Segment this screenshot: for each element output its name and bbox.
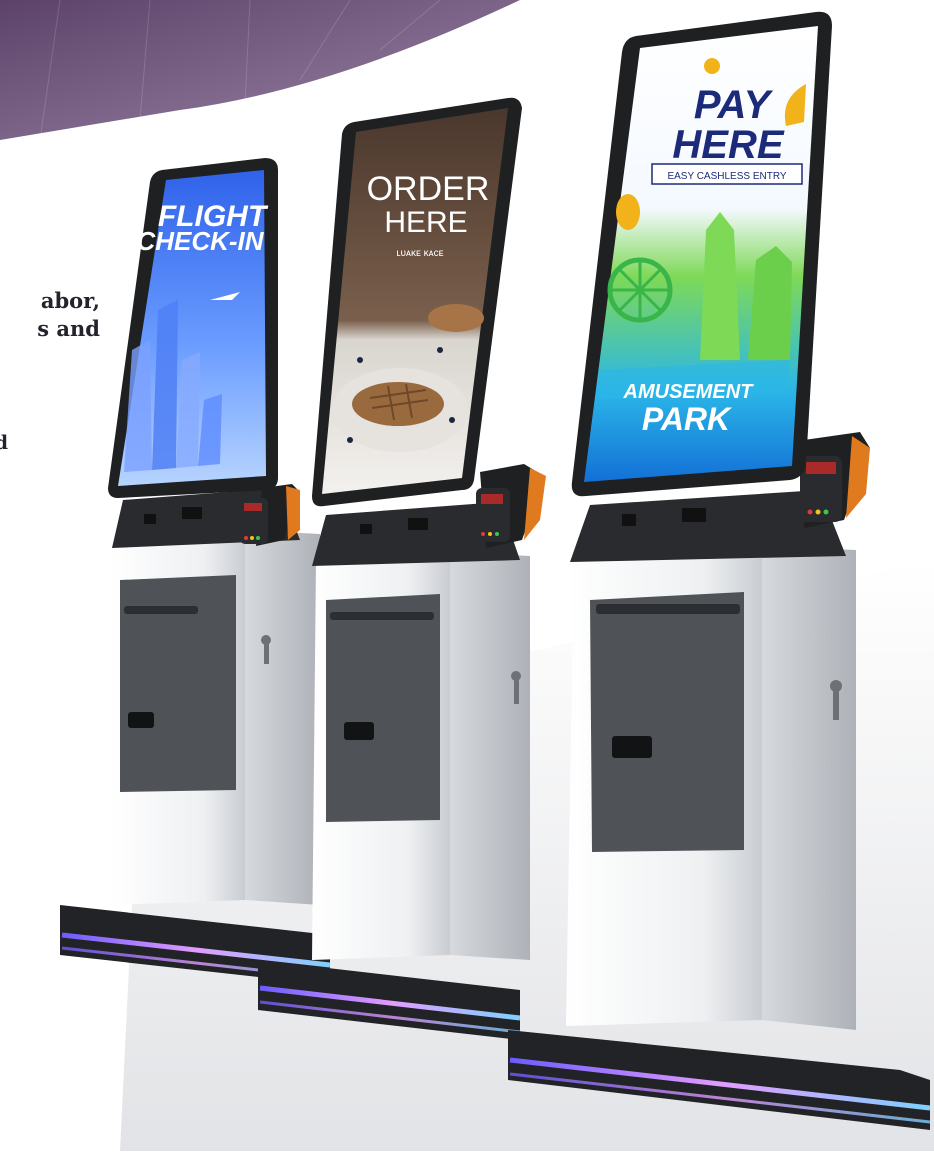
- kiosk-illustration: FLIGHT CHECK-IN ORDER HERE ʟᴜᴀᴋᴇ ᴋᴀᴄᴇ PA…: [0, 0, 934, 1151]
- flight-screen-line-2: CHECK-IN: [136, 226, 264, 256]
- kiosk-product-photo: FLIGHT CHECK-IN ORDER HERE ʟᴜᴀᴋᴇ ᴋᴀᴄᴇ PA…: [0, 0, 934, 1151]
- pay-screen-line-2: HERE: [672, 123, 784, 167]
- pay-screen-footer-2: PARK: [642, 401, 733, 437]
- pay-screen-footer-1: AMUSEMENT: [623, 381, 755, 403]
- order-screen-subtitle: ʟᴜᴀᴋᴇ ᴋᴀᴄᴇ: [396, 248, 443, 259]
- order-screen-line-1: ORDER: [367, 170, 490, 208]
- order-screen-line-2: HERE: [384, 206, 467, 239]
- pay-screen-line-1: PAY: [694, 83, 774, 127]
- pay-screen-tagline: EASY CASHLESS ENTRY: [667, 171, 786, 182]
